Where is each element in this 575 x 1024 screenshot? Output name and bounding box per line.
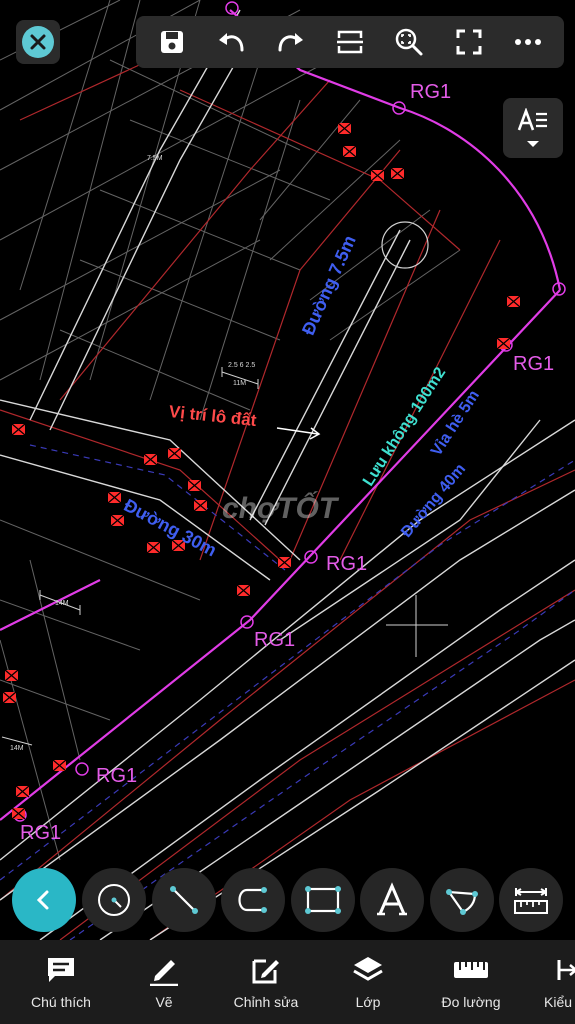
zoom-fit-icon[interactable] — [389, 22, 429, 62]
nav-layers[interactable]: Lớp — [313, 954, 423, 1010]
nav-annotate[interactable]: Chú thích — [6, 954, 116, 1010]
more-icon[interactable] — [508, 22, 548, 62]
dimension-label: 7.5M — [147, 155, 163, 162]
nav-edit[interactable]: Chỉnh sửa — [211, 954, 321, 1010]
drawing-tools — [0, 866, 575, 936]
chevron-down-icon — [527, 141, 539, 147]
rg1-label: RG1 — [20, 822, 62, 844]
nav-measure[interactable]: Đo lường — [416, 954, 526, 1010]
circle-tool-button[interactable] — [82, 868, 146, 932]
arc-tool-icon — [446, 889, 478, 915]
back-button[interactable] — [12, 868, 76, 932]
scan-area-icon[interactable] — [330, 22, 370, 62]
pencil-icon — [150, 960, 178, 986]
rectangle-tool-icon — [305, 886, 341, 914]
dimension-label: 14M — [55, 600, 69, 607]
save-icon[interactable] — [152, 22, 192, 62]
nav-label: Kiểu — [544, 994, 573, 1010]
measure-tool-icon — [514, 888, 548, 914]
top-toolbar — [136, 16, 564, 68]
polyline-tool-icon — [238, 887, 267, 913]
close-icon — [22, 26, 54, 58]
cad-drawing — [0, 0, 575, 940]
edit-icon — [252, 959, 279, 984]
rg1-label: RG1 — [410, 81, 452, 103]
undo-icon[interactable] — [211, 22, 251, 62]
watermark: chợTỐT — [222, 492, 338, 525]
fullscreen-icon[interactable] — [449, 22, 489, 62]
nav-draw[interactable]: Vẽ — [109, 954, 219, 1010]
polyline-tool-button[interactable] — [221, 868, 285, 932]
nav-label: Chú thích — [31, 994, 91, 1010]
nav-label: Lớp — [355, 994, 381, 1010]
close-button[interactable] — [16, 20, 60, 64]
rg1-label: RG1 — [326, 553, 368, 575]
dimension-label: 11M — [233, 380, 247, 387]
nav-label: Chỉnh sửa — [233, 994, 299, 1010]
dimension-label: 2.5 6 2.5 — [228, 362, 256, 369]
nav-label: Đo lường — [441, 994, 501, 1010]
dimension-style-icon — [557, 960, 575, 980]
text-style-button[interactable] — [503, 98, 563, 158]
rg1-label: RG1 — [254, 629, 296, 651]
text-tool-button[interactable] — [360, 868, 424, 932]
rg1-label: RG1 — [513, 353, 555, 375]
bottom-nav: Chú thích Vẽ Chỉnh sửa Lớp Đo lường Kiểu — [0, 940, 575, 1024]
nav-label: Vẽ — [155, 994, 173, 1010]
text-style-icon — [517, 108, 547, 131]
arc-tool-button[interactable] — [430, 868, 494, 932]
dimension-label: 14M — [10, 745, 24, 752]
redo-icon[interactable] — [271, 22, 311, 62]
back-icon — [36, 890, 49, 910]
rg1-label: RG1 — [96, 765, 138, 787]
ruler-icon — [454, 962, 488, 978]
layers-icon — [353, 957, 383, 981]
comment-icon — [48, 958, 74, 982]
circle-tool-icon — [98, 884, 130, 916]
measure-tool-button[interactable] — [499, 868, 563, 932]
rectangle-tool-button[interactable] — [291, 868, 355, 932]
line-tool-button[interactable] — [152, 868, 216, 932]
nav-style[interactable]: Kiểu — [518, 954, 575, 1010]
text-tool-icon — [377, 882, 407, 916]
drawing-canvas[interactable]: RG1 RG1 RG1 RG1 RG1 RG1 Đường 7.5m Lưu k… — [0, 0, 575, 940]
line-tool-icon — [170, 886, 198, 914]
